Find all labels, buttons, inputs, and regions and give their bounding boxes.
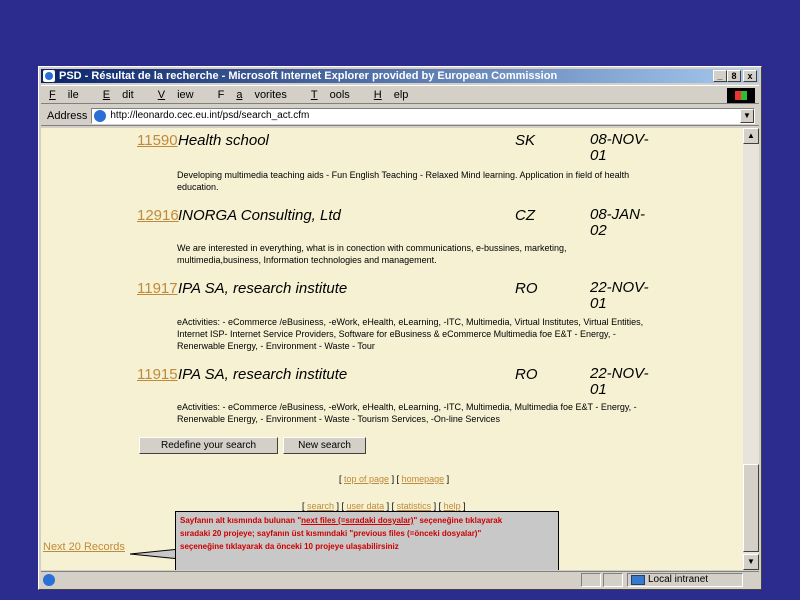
record-description: eActivities: - eCommerce /eBusiness, -eW… — [177, 402, 637, 424]
record-description: Developing multimedia teaching aids - Fu… — [177, 170, 630, 192]
status-cell — [581, 573, 601, 587]
status-page-icon — [43, 574, 55, 586]
record-id-link[interactable]: 11917 — [137, 280, 178, 297]
page-content: 11590 Health school SK 08-NOV-01 Develop… — [41, 128, 743, 570]
record-name: IPA SA, research institute — [178, 280, 348, 297]
security-zone: Local intranet — [627, 573, 743, 587]
menu-favorites-rest: vorites — [254, 88, 287, 101]
address-input[interactable]: http://leonardo.cec.eu.int/psd/search_ac… — [91, 107, 755, 124]
scroll-thumb[interactable] — [743, 464, 759, 552]
record-description: We are interested in everything, what is… — [177, 243, 567, 265]
help-link[interactable]: help — [444, 501, 461, 511]
callout-pointer — [130, 549, 180, 559]
menu-favorites-pre: F — [217, 88, 225, 101]
next-20-records-link[interactable]: Next 20 Records — [43, 541, 125, 553]
page-icon — [94, 109, 107, 122]
record-id-link[interactable]: 11915 — [137, 366, 178, 383]
record-country: CZ — [515, 207, 535, 224]
address-label: Address — [47, 109, 88, 122]
maximize-button[interactable]: 8 — [727, 70, 741, 82]
menu-view[interactable]: View — [158, 89, 206, 101]
address-dropdown-icon[interactable]: ▼ — [740, 108, 754, 123]
zone-label: Local intranet — [648, 574, 709, 585]
menu-file-rest: ile — [67, 88, 79, 101]
record-country: RO — [515, 280, 538, 297]
record-id-link[interactable]: 11590 — [137, 132, 178, 149]
redefine-search-button[interactable]: Redefine your search — [139, 437, 278, 454]
callout-next-files: next files (=sıradaki dosyalar) — [301, 516, 414, 525]
callout-line-3: seçeneğine tıklayarak da önceki 10 proje… — [180, 542, 399, 551]
window-title: PSD - Résultat de la recherche - Microso… — [59, 70, 558, 82]
menu-edit[interactable]: Edit — [103, 89, 146, 101]
bracket: ] [ — [389, 474, 402, 484]
menu-help-rest: elp — [393, 88, 409, 101]
minimize-button[interactable]: _ — [713, 70, 727, 82]
record-date: 22-NOV-01 — [590, 365, 649, 398]
search-link[interactable]: search — [307, 501, 334, 511]
menu-favorites[interactable]: Fa vorites — [218, 89, 299, 101]
top-of-page-link[interactable]: top of page — [344, 474, 389, 484]
window-controls: _ 8 x — [713, 70, 757, 82]
menu-edit-rest: dit — [122, 88, 134, 101]
record-country: SK — [515, 132, 536, 149]
annotation-callout: Sayfanın alt kısmında bulunan "next file… — [175, 511, 559, 570]
record-id-link[interactable]: 12916 — [137, 207, 179, 224]
menu-tools[interactable]: Tools — [311, 89, 362, 101]
bracket: ] [ — [384, 501, 397, 511]
record-name: Health school — [178, 132, 269, 149]
status-bar: Local intranet — [41, 571, 759, 587]
menu-file[interactable]: File — [49, 89, 91, 101]
record-name: IPA SA, research institute — [178, 366, 348, 383]
bracket: ] [ — [431, 501, 444, 511]
close-button[interactable]: x — [743, 70, 757, 82]
ie-app-icon — [43, 70, 55, 82]
record-country: RO — [515, 366, 538, 383]
record-date: 08-NOV-01 — [590, 131, 649, 164]
bracket: ] — [444, 474, 450, 484]
page-links: [ top of page ] [ homepage ] — [339, 474, 449, 484]
address-url: http://leonardo.cec.eu.int/psd/search_ac… — [110, 110, 310, 121]
title-bar: PSD - Résultat de la recherche - Microso… — [41, 69, 759, 83]
browser-window: PSD - Résultat de la recherche - Microso… — [38, 66, 762, 590]
callout-line-2: sıradaki 20 projeye; sayfanın üst kısmın… — [180, 529, 482, 538]
record-date: 22-NOV-01 — [590, 279, 649, 312]
bracket: ] [ — [334, 501, 347, 511]
user-data-link[interactable]: user data — [347, 501, 385, 511]
record-date: 08-JAN-02 — [590, 206, 646, 239]
menu-tools-rest: ools — [329, 88, 350, 101]
record-description: eActivities: - eCommerce /eBusiness, -eW… — [177, 317, 644, 351]
menu-view-rest: iew — [177, 88, 194, 101]
record-name: INORGA Consulting, Ltd — [178, 207, 341, 224]
windows-logo-icon — [727, 88, 755, 103]
new-search-button[interactable]: New search — [283, 437, 366, 454]
statistics-link[interactable]: statistics — [397, 501, 432, 511]
scroll-up-icon[interactable]: ▲ — [743, 128, 759, 144]
address-bar: Address http://leonardo.cec.eu.int/psd/s… — [41, 106, 759, 126]
homepage-link[interactable]: homepage — [402, 474, 445, 484]
footer-links: [ search ] [ user data ] [ statistics ] … — [302, 501, 466, 511]
scroll-down-icon[interactable]: ▼ — [743, 554, 759, 570]
bracket: ] — [460, 501, 466, 511]
vertical-scrollbar[interactable]: ▲ ▼ — [743, 128, 759, 570]
status-cell — [603, 573, 623, 587]
menu-bar: File Edit View Fa vorites Tools Help — [41, 85, 759, 104]
intranet-icon — [631, 575, 645, 585]
callout-line-1: Sayfanın alt kısmında bulunan "next file… — [180, 516, 503, 525]
menu-help[interactable]: Help — [374, 89, 421, 101]
